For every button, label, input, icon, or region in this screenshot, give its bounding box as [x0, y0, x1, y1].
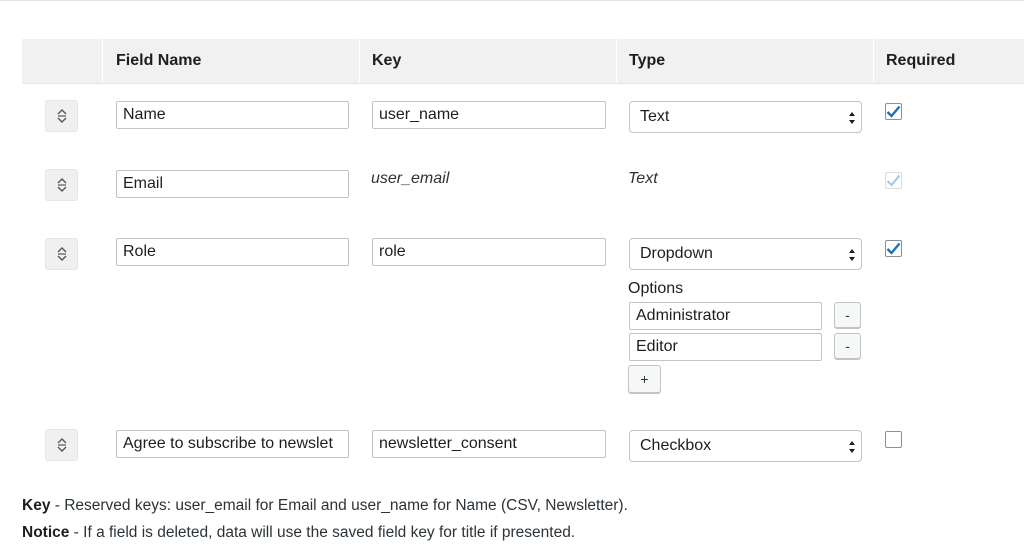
select-arrows-icon — [849, 112, 855, 124]
drag-handle[interactable] — [45, 238, 78, 270]
required-checkbox[interactable] — [885, 431, 902, 448]
header-required: Required — [886, 52, 956, 69]
type-select[interactable]: Dropdown — [629, 238, 862, 270]
field-name-input[interactable] — [116, 238, 349, 266]
header-key: Key — [372, 52, 402, 69]
notice-note-text: - If a field is deleted, data will use t… — [69, 524, 576, 541]
option-input[interactable] — [629, 333, 822, 361]
remove-option-button[interactable]: - — [834, 302, 861, 328]
header-field-name: Field Name — [116, 52, 202, 69]
header-type: Type — [629, 52, 666, 69]
notice-note-label: Notice — [22, 524, 70, 541]
key-note-label: Key — [22, 497, 51, 514]
options-label: Options — [628, 280, 684, 297]
table-header: Field Name Key Type Required — [22, 39, 1024, 84]
drag-handle[interactable] — [45, 429, 78, 461]
updown-arrows-icon — [57, 247, 66, 261]
select-arrows-icon — [849, 249, 855, 261]
top-divider — [0, 0, 1024, 1]
column-separator — [359, 39, 360, 83]
column-separator — [102, 39, 103, 83]
key-note: Key - Reserved keys: user_email for Emai… — [22, 497, 628, 515]
column-separator — [873, 39, 874, 83]
type-select-value: Dropdown — [640, 245, 713, 262]
key-input[interactable] — [372, 101, 606, 129]
key-input[interactable] — [372, 238, 606, 266]
checkmark-icon — [886, 105, 901, 118]
type-readonly: Text — [628, 170, 658, 187]
type-select-value: Checkbox — [640, 437, 712, 454]
notice-note: Notice - If a field is deleted, data wil… — [22, 524, 575, 542]
required-checkbox[interactable] — [885, 103, 902, 120]
option-input[interactable] — [629, 302, 822, 330]
updown-arrows-icon — [57, 438, 66, 452]
key-note-text: - Reserved keys: user_email for Email an… — [50, 497, 628, 514]
drag-handle[interactable] — [45, 169, 78, 201]
checkmark-icon — [886, 242, 901, 255]
drag-handle[interactable] — [45, 100, 78, 132]
checkmark-icon — [886, 174, 901, 187]
type-select[interactable]: Checkbox — [629, 430, 862, 462]
required-checkbox[interactable] — [885, 240, 902, 257]
select-arrows-icon — [849, 441, 855, 453]
required-checkbox-disabled — [885, 172, 902, 189]
updown-arrows-icon — [57, 178, 66, 192]
field-name-input[interactable] — [116, 170, 349, 198]
type-select[interactable]: Text — [629, 101, 862, 133]
column-separator — [616, 39, 617, 83]
updown-arrows-icon — [57, 109, 66, 123]
field-name-input[interactable] — [116, 430, 349, 458]
remove-option-button[interactable]: - — [834, 333, 861, 359]
add-option-button[interactable]: + — [628, 365, 661, 393]
field-name-input[interactable] — [116, 101, 349, 129]
type-select-value: Text — [640, 108, 670, 125]
key-input[interactable] — [372, 430, 606, 458]
key-readonly: user_email — [371, 170, 450, 187]
